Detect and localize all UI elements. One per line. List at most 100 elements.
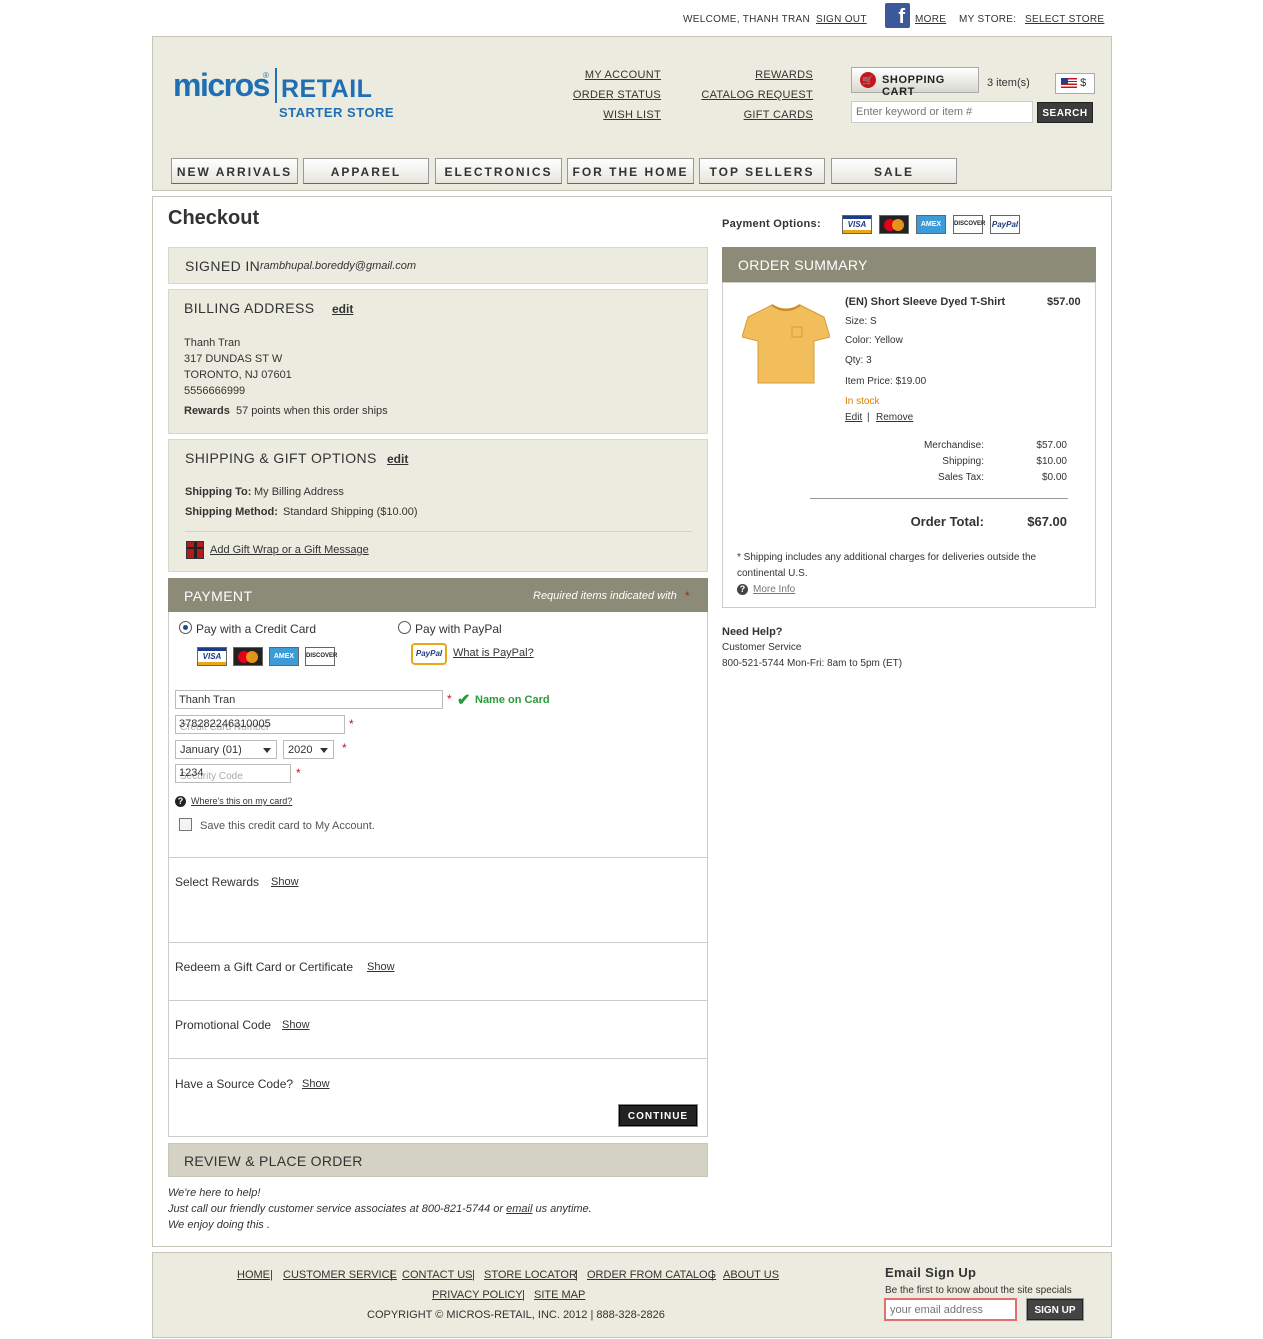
footer-home-link[interactable]: HOME bbox=[237, 1269, 270, 1281]
credit-card-radio[interactable] bbox=[179, 621, 192, 634]
source-code-label: Have a Source Code? bbox=[175, 1077, 294, 1091]
order-total-value: $67.00 bbox=[1027, 514, 1067, 529]
page-title: Checkout bbox=[168, 207, 260, 229]
nav-apparel[interactable]: APPAREL bbox=[303, 158, 429, 184]
copyright: COPYRIGHT © MICROS-RETAIL, INC. 2012 | 8… bbox=[367, 1309, 665, 1321]
order-summary-header: ORDER SUMMARY bbox=[722, 247, 1096, 282]
what-is-paypal-link[interactable]: What is PayPal? bbox=[453, 647, 534, 659]
security-code-input[interactable]: Security Code 1234 bbox=[175, 764, 291, 783]
separator: | bbox=[390, 1269, 393, 1281]
footer-sitemap-link[interactable]: SITE MAP bbox=[534, 1289, 585, 1301]
email-signup-input[interactable] bbox=[884, 1298, 1017, 1321]
exp-month-select[interactable]: January (01) bbox=[175, 740, 277, 759]
facebook-icon[interactable]: f bbox=[885, 3, 910, 28]
footer-privacy-link[interactable]: PRIVACY POLICY bbox=[432, 1289, 523, 1301]
footer-order-catalog-link[interactable]: ORDER FROM CATALOG bbox=[587, 1269, 716, 1281]
show-promo-link[interactable]: Show bbox=[282, 1019, 310, 1031]
more-link[interactable]: MORE bbox=[915, 14, 946, 25]
item-qty: Qty: 3 bbox=[845, 355, 872, 366]
billing-edit-link[interactable]: edit bbox=[332, 302, 353, 316]
section-divider bbox=[168, 857, 708, 858]
catalog-request-link[interactable]: CATALOG REQUEST bbox=[701, 89, 813, 101]
email-signup-subtitle: Be the first to know about the site spec… bbox=[885, 1285, 1072, 1296]
name-on-card-input[interactable]: Thanh Tran bbox=[175, 690, 443, 709]
show-rewards-link[interactable]: Show bbox=[271, 876, 299, 888]
signed-in-label: SIGNED IN bbox=[185, 258, 261, 274]
wish-list-link[interactable]: WISH LIST bbox=[603, 109, 661, 121]
billing-city: TORONTO, NJ 07601 bbox=[184, 369, 292, 381]
order-summary-title: ORDER SUMMARY bbox=[738, 257, 868, 273]
cart-count: 3 item(s) bbox=[987, 77, 1030, 89]
shipping-label: Shipping: bbox=[942, 456, 984, 467]
item-edit-link[interactable]: Edit bbox=[845, 412, 862, 423]
help-line-2b: us anytime. bbox=[535, 1203, 592, 1215]
gift-wrap-link[interactable]: Add Gift Wrap or a Gift Message bbox=[210, 544, 369, 556]
section-divider bbox=[168, 1000, 708, 1001]
shipping-gift-panel: SHIPPING & GIFT OPTIONS edit Shipping To… bbox=[168, 439, 708, 572]
sign-up-button[interactable]: SIGN UP bbox=[1026, 1298, 1084, 1321]
show-source-link[interactable]: Show bbox=[302, 1078, 330, 1090]
search-button[interactable]: SEARCH bbox=[1037, 102, 1093, 123]
help-icon: ? bbox=[737, 584, 748, 595]
shipping-divider bbox=[185, 531, 692, 532]
paypal-radio[interactable] bbox=[398, 621, 411, 634]
email-link[interactable]: email bbox=[506, 1203, 532, 1215]
item-unit-price: Item Price: $19.00 bbox=[845, 376, 927, 387]
currency-selector[interactable]: $ bbox=[1055, 73, 1095, 94]
nav-sale[interactable]: SALE bbox=[831, 158, 957, 184]
separator: | bbox=[575, 1269, 578, 1281]
order-status-link[interactable]: ORDER STATUS bbox=[573, 89, 661, 101]
nav-electronics[interactable]: ELECTRONICS bbox=[435, 158, 562, 184]
us-flag-icon bbox=[1061, 78, 1077, 89]
sign-out-link[interactable]: SIGN OUT bbox=[816, 14, 867, 25]
billing-street: 317 DUNDAS ST W bbox=[184, 353, 283, 365]
order-total-label: Order Total: bbox=[910, 514, 984, 529]
cart-label: SHOPPING CART bbox=[882, 74, 945, 98]
paypal-option-label[interactable]: Pay with PayPal bbox=[415, 622, 502, 636]
shipping-to-value: My Billing Address bbox=[254, 486, 344, 498]
footer-contact-us-link[interactable]: CONTACT US bbox=[402, 1269, 473, 1281]
gift-cards-link[interactable]: GIFT CARDS bbox=[744, 109, 813, 121]
security-code-value: 1234 bbox=[179, 767, 204, 779]
select-store-link[interactable]: SELECT STORE bbox=[1025, 14, 1104, 25]
tshirt-image[interactable] bbox=[742, 303, 830, 385]
paypal-icon: PayPal bbox=[990, 215, 1020, 234]
footer-customer-service-link[interactable]: CUSTOMER SERVICE bbox=[283, 1269, 397, 1281]
search-input[interactable] bbox=[851, 101, 1033, 123]
card-number-input[interactable]: Credit Card Number 378282246310005 bbox=[175, 715, 345, 734]
save-card-checkbox[interactable] bbox=[179, 818, 192, 831]
section-divider bbox=[168, 1058, 708, 1059]
separator: | bbox=[472, 1269, 475, 1281]
footer-about-us-link[interactable]: ABOUT US bbox=[723, 1269, 779, 1281]
merch-label: Merchandise: bbox=[923, 440, 984, 451]
discover-icon: DISCOVER bbox=[305, 647, 337, 666]
mastercard-icon bbox=[233, 647, 263, 666]
review-place-order-panel[interactable]: REVIEW & PLACE ORDER bbox=[168, 1143, 708, 1177]
my-account-link[interactable]: MY ACCOUNT bbox=[585, 69, 661, 81]
stock-status: In stock bbox=[845, 396, 880, 407]
total-divider bbox=[810, 498, 1068, 499]
nav-for-the-home[interactable]: FOR THE HOME bbox=[567, 158, 694, 184]
wheres-this-link[interactable]: Where's this on my card? bbox=[191, 796, 292, 806]
footer-store-locator-link[interactable]: STORE LOCATOR bbox=[484, 1269, 577, 1281]
more-info-link[interactable]: More Info bbox=[753, 584, 795, 595]
mastercard-icon bbox=[879, 215, 909, 234]
rewards-link[interactable]: REWARDS bbox=[755, 69, 813, 81]
item-remove-link[interactable]: Remove bbox=[876, 412, 913, 423]
need-help-title: Need Help? bbox=[722, 626, 783, 638]
billing-phone: 5556666999 bbox=[184, 385, 246, 397]
credit-card-option-label[interactable]: Pay with a Credit Card bbox=[196, 622, 316, 636]
top-utility-bar: WELCOME, THANH TRAN SIGN OUT f MORE MY S… bbox=[0, 0, 1263, 36]
continue-button[interactable]: CONTINUE bbox=[618, 1104, 698, 1127]
tax-label: Sales Tax: bbox=[938, 472, 984, 483]
shipping-edit-link[interactable]: edit bbox=[387, 452, 408, 466]
tax-value: $0.00 bbox=[1041, 472, 1067, 483]
payment-header: PAYMENT Required items indicated with * bbox=[168, 578, 708, 612]
item-name[interactable]: (EN) Short Sleeve Dyed T-Shirt bbox=[845, 296, 1005, 308]
name-on-card-hint: Name on Card bbox=[475, 694, 550, 706]
show-gift-card-link[interactable]: Show bbox=[367, 961, 395, 973]
shopping-cart-button[interactable]: 🛒 SHOPPING CART bbox=[851, 67, 979, 98]
exp-year-select[interactable]: 2020 bbox=[283, 740, 334, 759]
nav-new-arrivals[interactable]: NEW ARRIVALS bbox=[171, 158, 298, 184]
nav-top-sellers[interactable]: TOP SELLERS bbox=[699, 158, 825, 184]
